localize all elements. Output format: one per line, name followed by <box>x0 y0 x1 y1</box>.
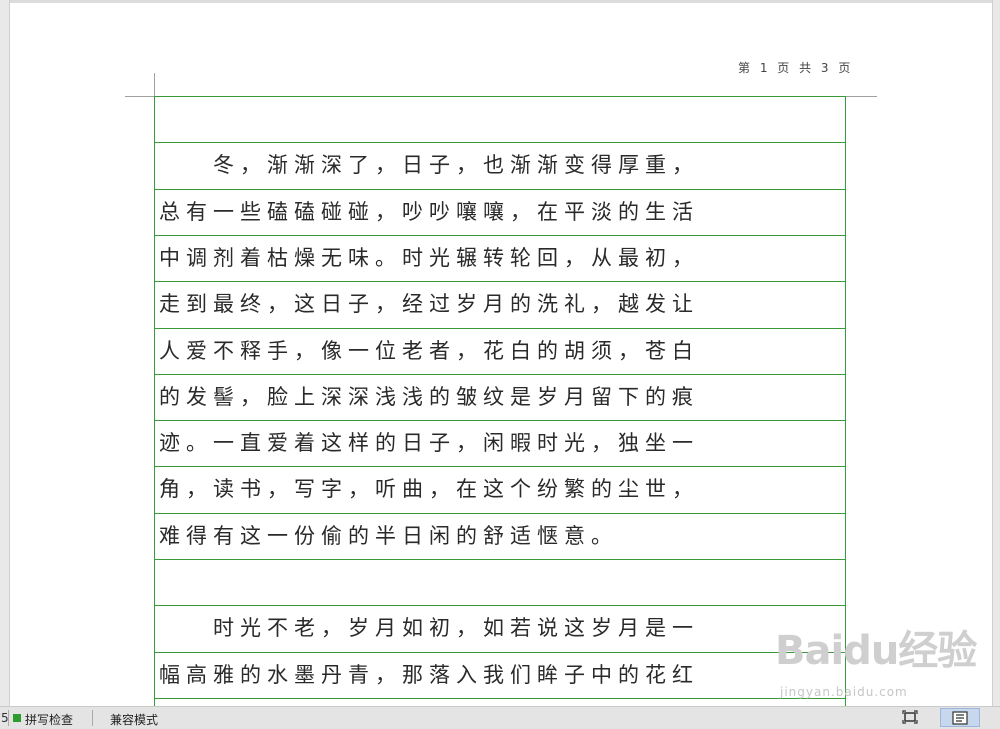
text-line[interactable]: 幅高雅的水墨丹青，那落入我们眸子中的花红 <box>159 652 841 698</box>
status-divider <box>92 710 93 726</box>
baidu-watermark-logo: Baidu经验 <box>775 628 977 674</box>
status-divider <box>8 710 9 726</box>
left-scroll-edge <box>0 0 10 706</box>
text-line[interactable]: 迹。一直爱着这样的日子，闲暇时光，独坐一 <box>159 420 841 466</box>
page-view-button[interactable] <box>940 708 980 727</box>
document-page[interactable]: 第 1 页 共 3 页 冬，渐渐深了，日子，也渐渐变得厚重， 总有一些磕磕碰碰，吵… <box>10 3 993 709</box>
right-scroll-edge[interactable] <box>992 0 1000 706</box>
baidu-watermark-url: jingyan.baidu.com <box>780 685 908 699</box>
text-line[interactable]: 冬，渐渐深了，日子，也渐渐变得厚重， <box>159 142 841 188</box>
full-screen-view-button[interactable] <box>897 708 923 727</box>
lined-text-grid[interactable]: 冬，渐渐深了，日子，也渐渐变得厚重， 总有一些磕磕碰碰，吵吵嚷嚷，在平淡的生活 中调… <box>154 96 846 709</box>
text-line[interactable]: 人爱不释手，像一位老者，花白的胡须，苍白 <box>159 328 841 374</box>
text-line[interactable]: 时光不老，岁月如初，如若说这岁月是一 <box>159 605 841 651</box>
spell-check-status-icon <box>13 714 21 722</box>
document-workspace: 第 1 页 共 3 页 冬，渐渐深了，日子，也渐渐变得厚重， 总有一些磕磕碰碰，吵… <box>0 0 1000 709</box>
compat-mode-label: 兼容模式 <box>110 713 159 727</box>
text-line[interactable]: 角，读书，写字，听曲，在这个纷繁的尘世， <box>159 466 841 512</box>
text-line[interactable]: 的发髻，脸上深深浅浅的皱纹是岁月留下的痕 <box>159 374 841 420</box>
text-line[interactable]: 中调剂着枯燥无味。时光辗转轮回，从最初， <box>159 235 841 281</box>
blank-line[interactable] <box>159 559 841 605</box>
page-view-icon <box>952 711 968 725</box>
full-screen-icon <box>902 710 918 724</box>
text-line[interactable]: 难得有这一份偷的半日闲的舒适惬意。 <box>159 513 841 559</box>
blank-line[interactable] <box>159 96 841 142</box>
status-bar: 5 拼写检查 兼容模式 <box>0 706 1000 729</box>
text-line[interactable]: 总有一些磕磕碰碰，吵吵嚷嚷，在平淡的生活 <box>159 189 841 235</box>
spell-check-button[interactable]: 拼写检查 <box>25 711 73 728</box>
page-counter: 第 1 页 共 3 页 <box>738 61 854 75</box>
text-line[interactable]: 走到最终，这日子，经过岁月的洗礼，越发让 <box>159 281 841 327</box>
grid-line <box>155 697 845 699</box>
